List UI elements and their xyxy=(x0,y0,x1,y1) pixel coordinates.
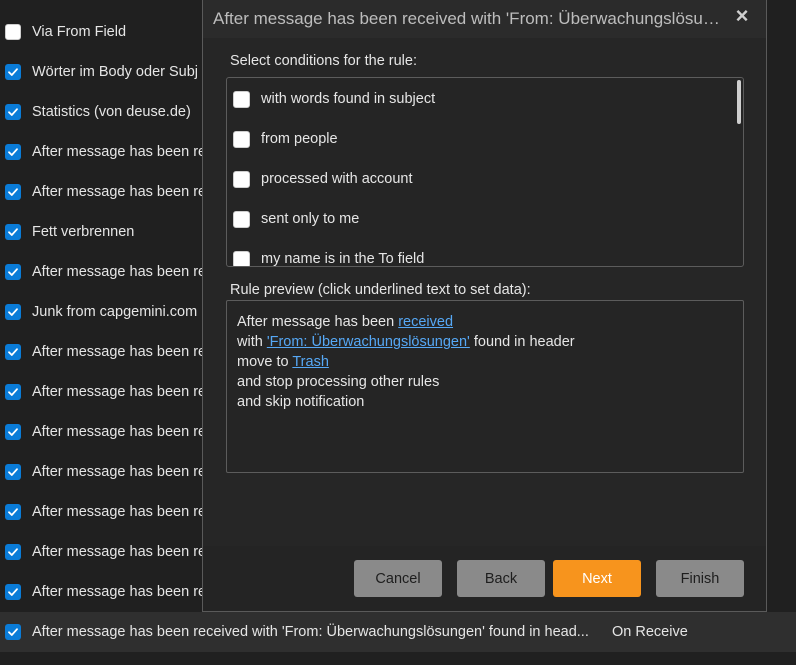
condition-checkbox[interactable] xyxy=(233,170,250,188)
condition-label: my name is in the To field xyxy=(261,251,425,267)
condition-my-name-in-to-field[interactable]: my name is in the To field xyxy=(233,247,425,267)
rule-enabled-checkbox[interactable] xyxy=(5,304,21,320)
rule-name: After message has been re xyxy=(32,584,207,600)
condition-sent-only-to-me[interactable]: sent only to me xyxy=(233,207,359,231)
condition-processed-with-account[interactable]: processed with account xyxy=(233,167,413,191)
condition-checkbox[interactable] xyxy=(233,210,250,228)
rule-enabled-checkbox[interactable] xyxy=(5,384,21,400)
back-button[interactable]: Back xyxy=(457,560,545,597)
rule-name: After message has been re xyxy=(32,344,207,360)
rule-name: Wörter im Body oder Subj xyxy=(32,64,199,80)
header-value-link[interactable]: 'From: Überwachungslösungen' xyxy=(267,334,470,350)
preview-line-3: move to Trash xyxy=(237,354,329,370)
rule-enabled-checkbox[interactable] xyxy=(5,264,21,280)
rule-name: After message has been re xyxy=(32,424,207,440)
rule-name: Via From Field xyxy=(32,24,127,40)
conditions-scrollbar[interactable] xyxy=(737,80,741,124)
rule-enabled-checkbox[interactable] xyxy=(5,344,21,360)
rule-name: After message has been re xyxy=(32,384,207,400)
rule-enabled-checkbox[interactable] xyxy=(5,504,21,520)
dialog-title: After message has been received with 'Fr… xyxy=(213,9,721,28)
rule-enabled-checkbox[interactable] xyxy=(5,424,21,440)
preview-text: found in header xyxy=(469,334,575,350)
rule-row[interactable]: After message has been received with 'Fr… xyxy=(0,612,796,652)
rule-enabled-checkbox[interactable] xyxy=(5,584,21,600)
rule-name: After message has been received with 'Fr… xyxy=(32,624,589,640)
close-icon[interactable]: × xyxy=(732,4,752,28)
rule-name: Statistics (von deuse.de) xyxy=(32,104,191,120)
dialog-titlebar[interactable]: After message has been received with 'Fr… xyxy=(203,0,766,38)
preview-label: Rule preview (click underlined text to s… xyxy=(230,282,531,298)
finish-button[interactable]: Finish xyxy=(656,560,744,597)
rule-name: Junk from capgemini.com xyxy=(32,304,198,320)
rule-wizard-dialog: After message has been received with 'Fr… xyxy=(202,0,767,612)
rule-enabled-checkbox[interactable] xyxy=(5,184,21,200)
rule-trigger: On Receive xyxy=(612,624,688,640)
rule-enabled-checkbox[interactable] xyxy=(5,224,21,240)
rule-name: After message has been re xyxy=(32,544,207,560)
trash-folder-link[interactable]: Trash xyxy=(292,354,329,370)
cancel-button[interactable]: Cancel xyxy=(354,560,442,597)
preview-line-4: and stop processing other rules xyxy=(237,374,440,390)
condition-checkbox[interactable] xyxy=(233,130,250,148)
received-link[interactable]: received xyxy=(398,314,453,330)
preview-text: move to xyxy=(237,354,293,370)
rule-preview: After message has been received with 'Fr… xyxy=(226,300,744,473)
preview-text: After message has been xyxy=(237,314,399,330)
condition-checkbox[interactable] xyxy=(233,250,250,266)
rule-enabled-checkbox[interactable] xyxy=(5,464,21,480)
condition-label: sent only to me xyxy=(261,211,360,227)
rule-name: After message has been re xyxy=(32,184,207,200)
rule-enabled-checkbox[interactable] xyxy=(5,144,21,160)
rule-enabled-checkbox[interactable] xyxy=(5,24,21,40)
preview-line-2: with 'From: Überwachungslösungen' found … xyxy=(237,334,575,350)
conditions-list[interactable]: with words found in subject from people … xyxy=(226,77,744,267)
condition-label: with words found in subject xyxy=(261,91,436,107)
rule-name: After message has been re xyxy=(32,264,207,280)
preview-text: with xyxy=(237,334,267,350)
dialog-footer: Cancel Back Next Finish xyxy=(203,546,766,611)
rule-name: After message has been re xyxy=(32,464,207,480)
condition-from-people[interactable]: from people xyxy=(233,127,338,151)
condition-checkbox[interactable] xyxy=(233,90,250,108)
rule-name: After message has been re xyxy=(32,144,207,160)
next-button[interactable]: Next xyxy=(553,560,641,597)
condition-label: processed with account xyxy=(261,171,413,187)
rule-enabled-checkbox[interactable] xyxy=(5,64,21,80)
rule-name: Fett verbrennen xyxy=(32,224,135,240)
rule-enabled-checkbox[interactable] xyxy=(5,104,21,120)
rule-enabled-checkbox[interactable] xyxy=(5,544,21,560)
condition-with-words-in-subject[interactable]: with words found in subject xyxy=(233,87,435,111)
rule-enabled-checkbox[interactable] xyxy=(5,624,21,640)
rule-name: After message has been re xyxy=(32,504,207,520)
preview-line-1: After message has been received xyxy=(237,314,453,330)
condition-label: from people xyxy=(261,131,338,147)
preview-line-5: and skip notification xyxy=(237,394,365,410)
conditions-label: Select conditions for the rule: xyxy=(230,53,417,69)
